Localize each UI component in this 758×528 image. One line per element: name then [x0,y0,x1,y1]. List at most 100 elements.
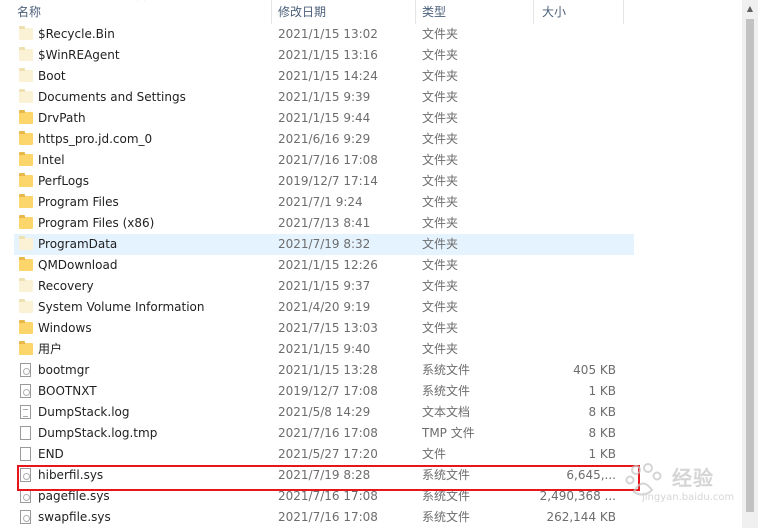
column-header-date[interactable]: 修改日期 [272,0,416,24]
vertical-scrollbar[interactable]: ▲ [742,0,758,528]
folder-icon [19,131,33,145]
file-row[interactable]: DrvPath 2021/1/15 9:44 文件夹 [0,108,742,129]
modified-date: 2021/7/16 17:08 [278,510,378,524]
modified-date: 2021/1/15 9:37 [278,279,371,293]
file-row[interactable]: QMDownload 2021/1/15 12:26 文件夹 [0,255,742,276]
file-row-icon-cell [19,255,35,276]
column-header-type[interactable]: 类型 [416,0,534,24]
file-type: 文本文档 [422,405,471,419]
file-type: 文件夹 [422,27,459,41]
column-header-size-label: 大小 [542,5,567,19]
modified-date: 2021/7/19 8:32 [278,237,371,251]
system-file-icon [20,468,31,482]
modified-date: 2021/7/16 17:08 [278,489,378,503]
file-name: END [38,447,64,461]
column-divider[interactable] [623,0,624,24]
file-row[interactable]: Documents and Settings 2021/1/15 9:39 文件夹 [0,87,742,108]
file-name: pagefile.sys [38,489,110,503]
system-file-icon [20,489,31,503]
file-type: 文件夹 [422,216,459,230]
scroll-up-arrow-icon[interactable]: ▲ [742,0,758,17]
file-row[interactable]: Program Files 2021/7/1 9:24 文件夹 [0,192,742,213]
folder-icon [19,320,33,334]
modified-date: 2021/1/15 13:16 [278,48,378,62]
system-file-icon [20,363,31,377]
column-header-size[interactable]: 大小 [534,0,624,24]
file-row[interactable]: DumpStack.log 2021/5/8 14:29 文本文档 8 KB [0,402,742,423]
file-row[interactable]: DumpStack.log.tmp 2021/7/16 17:08 TMP 文件 8 … [0,423,742,444]
file-type: 文件夹 [422,132,459,146]
file-row[interactable]: swapfile.sys 2021/7/16 17:08 系统文件 262,144 K… [0,507,742,528]
file-row[interactable]: pagefile.sys 2021/7/16 17:08 系统文件 2,490,368… [0,486,742,507]
modified-date: 2021/7/13 8:41 [278,216,371,230]
file-name: BOOTNXT [38,384,97,398]
file-size: 8 KB [588,426,616,440]
file-type: 系统文件 [422,468,471,482]
folder-light-icon [19,278,33,292]
file-type: 系统文件 [422,384,471,398]
file-name: bootmgr [38,363,90,377]
file-row[interactable]: 用户 2021/1/15 9:40 文件夹 [0,339,742,360]
file-size: 8 KB [588,405,616,419]
modified-date: 2021/5/27 17:20 [278,447,378,461]
modified-date: 2019/12/7 17:08 [278,384,378,398]
file-row-icon-cell [19,87,35,108]
file-type: 文件夹 [422,153,459,167]
scrollbar-thumb[interactable] [746,19,754,512]
file-row-icon-cell [19,108,35,129]
file-row-icon-cell [19,66,35,87]
file-row[interactable]: END 2021/5/27 17:20 文件 1 KB [0,444,742,465]
modified-date: 2021/7/19 8:28 [278,468,371,482]
file-row-icon-cell [19,318,35,339]
modified-date: 2021/5/8 14:29 [278,405,371,419]
file-size [530,45,616,66]
text-file-icon [20,405,31,419]
folder-light-icon [19,47,33,61]
file-row[interactable]: Recovery 2021/1/15 9:37 文件夹 [0,276,742,297]
file-row[interactable]: BOOTNXT 2019/12/7 17:08 系统文件 1 KB [0,381,742,402]
file-size [530,234,616,255]
file-name: DumpStack.log.tmp [38,426,158,440]
modified-date: 2021/4/20 9:19 [278,300,371,314]
file-row[interactable]: PerfLogs 2019/12/7 17:14 文件夹 [0,171,742,192]
file-name: $Recycle.Bin [38,27,115,41]
file-size [530,192,616,213]
file-name: Recovery [38,279,94,293]
modified-date: 2021/1/15 13:28 [278,363,378,377]
file-type: 系统文件 [422,363,471,377]
file-row-icon-cell [19,45,35,66]
file-icon [20,426,31,440]
file-name: Boot [38,69,66,83]
file-row-icon-cell [19,444,35,465]
system-file-icon [20,384,31,398]
file-size [530,297,616,318]
file-row[interactable]: Program Files (x86) 2021/7/13 8:41 文件夹 [0,213,742,234]
file-row[interactable]: $WinREAgent 2021/1/15 13:16 文件夹 [0,45,742,66]
file-row-icon-cell [19,381,35,402]
file-row-icon-cell [19,297,35,318]
file-size [530,108,616,129]
file-row[interactable]: ProgramData 2021/7/19 8:32 文件夹 [14,234,634,255]
modified-date: 2021/1/15 9:39 [278,90,371,104]
file-type: 文件夹 [422,342,459,356]
file-type: 文件夹 [422,300,459,314]
modified-date: 2021/1/15 9:40 [278,342,371,356]
file-row[interactable]: Intel 2021/7/16 17:08 文件夹 [0,150,742,171]
system-file-icon [20,510,31,524]
file-row[interactable]: bootmgr 2021/1/15 13:28 系统文件 405 KB [0,360,742,381]
file-row-icon-cell [19,507,35,528]
file-row[interactable]: Boot 2021/1/15 14:24 文件夹 [0,66,742,87]
file-row[interactable]: $Recycle.Bin 2021/1/15 13:02 文件夹 [0,24,742,45]
file-row[interactable]: Windows 2021/7/15 13:03 文件夹 [0,318,742,339]
modified-date: 2021/1/15 9:44 [278,111,371,125]
column-header-name[interactable]: 名称 [0,0,272,24]
file-row[interactable]: https_pro.jd.com_0 2021/6/16 9:29 文件夹 [0,129,742,150]
folder-icon [19,194,33,208]
file-size [530,171,616,192]
file-row[interactable]: hiberfil.sys 2021/7/19 8:28 系统文件 6,645,... [0,465,742,486]
file-name: Program Files [38,195,119,209]
column-header-name-label: 名称 [17,5,42,19]
file-row-icon-cell [19,486,35,507]
file-row[interactable]: System Volume Information 2021/4/20 9:19 文… [0,297,742,318]
modified-date: 2019/12/7 17:14 [278,174,378,188]
